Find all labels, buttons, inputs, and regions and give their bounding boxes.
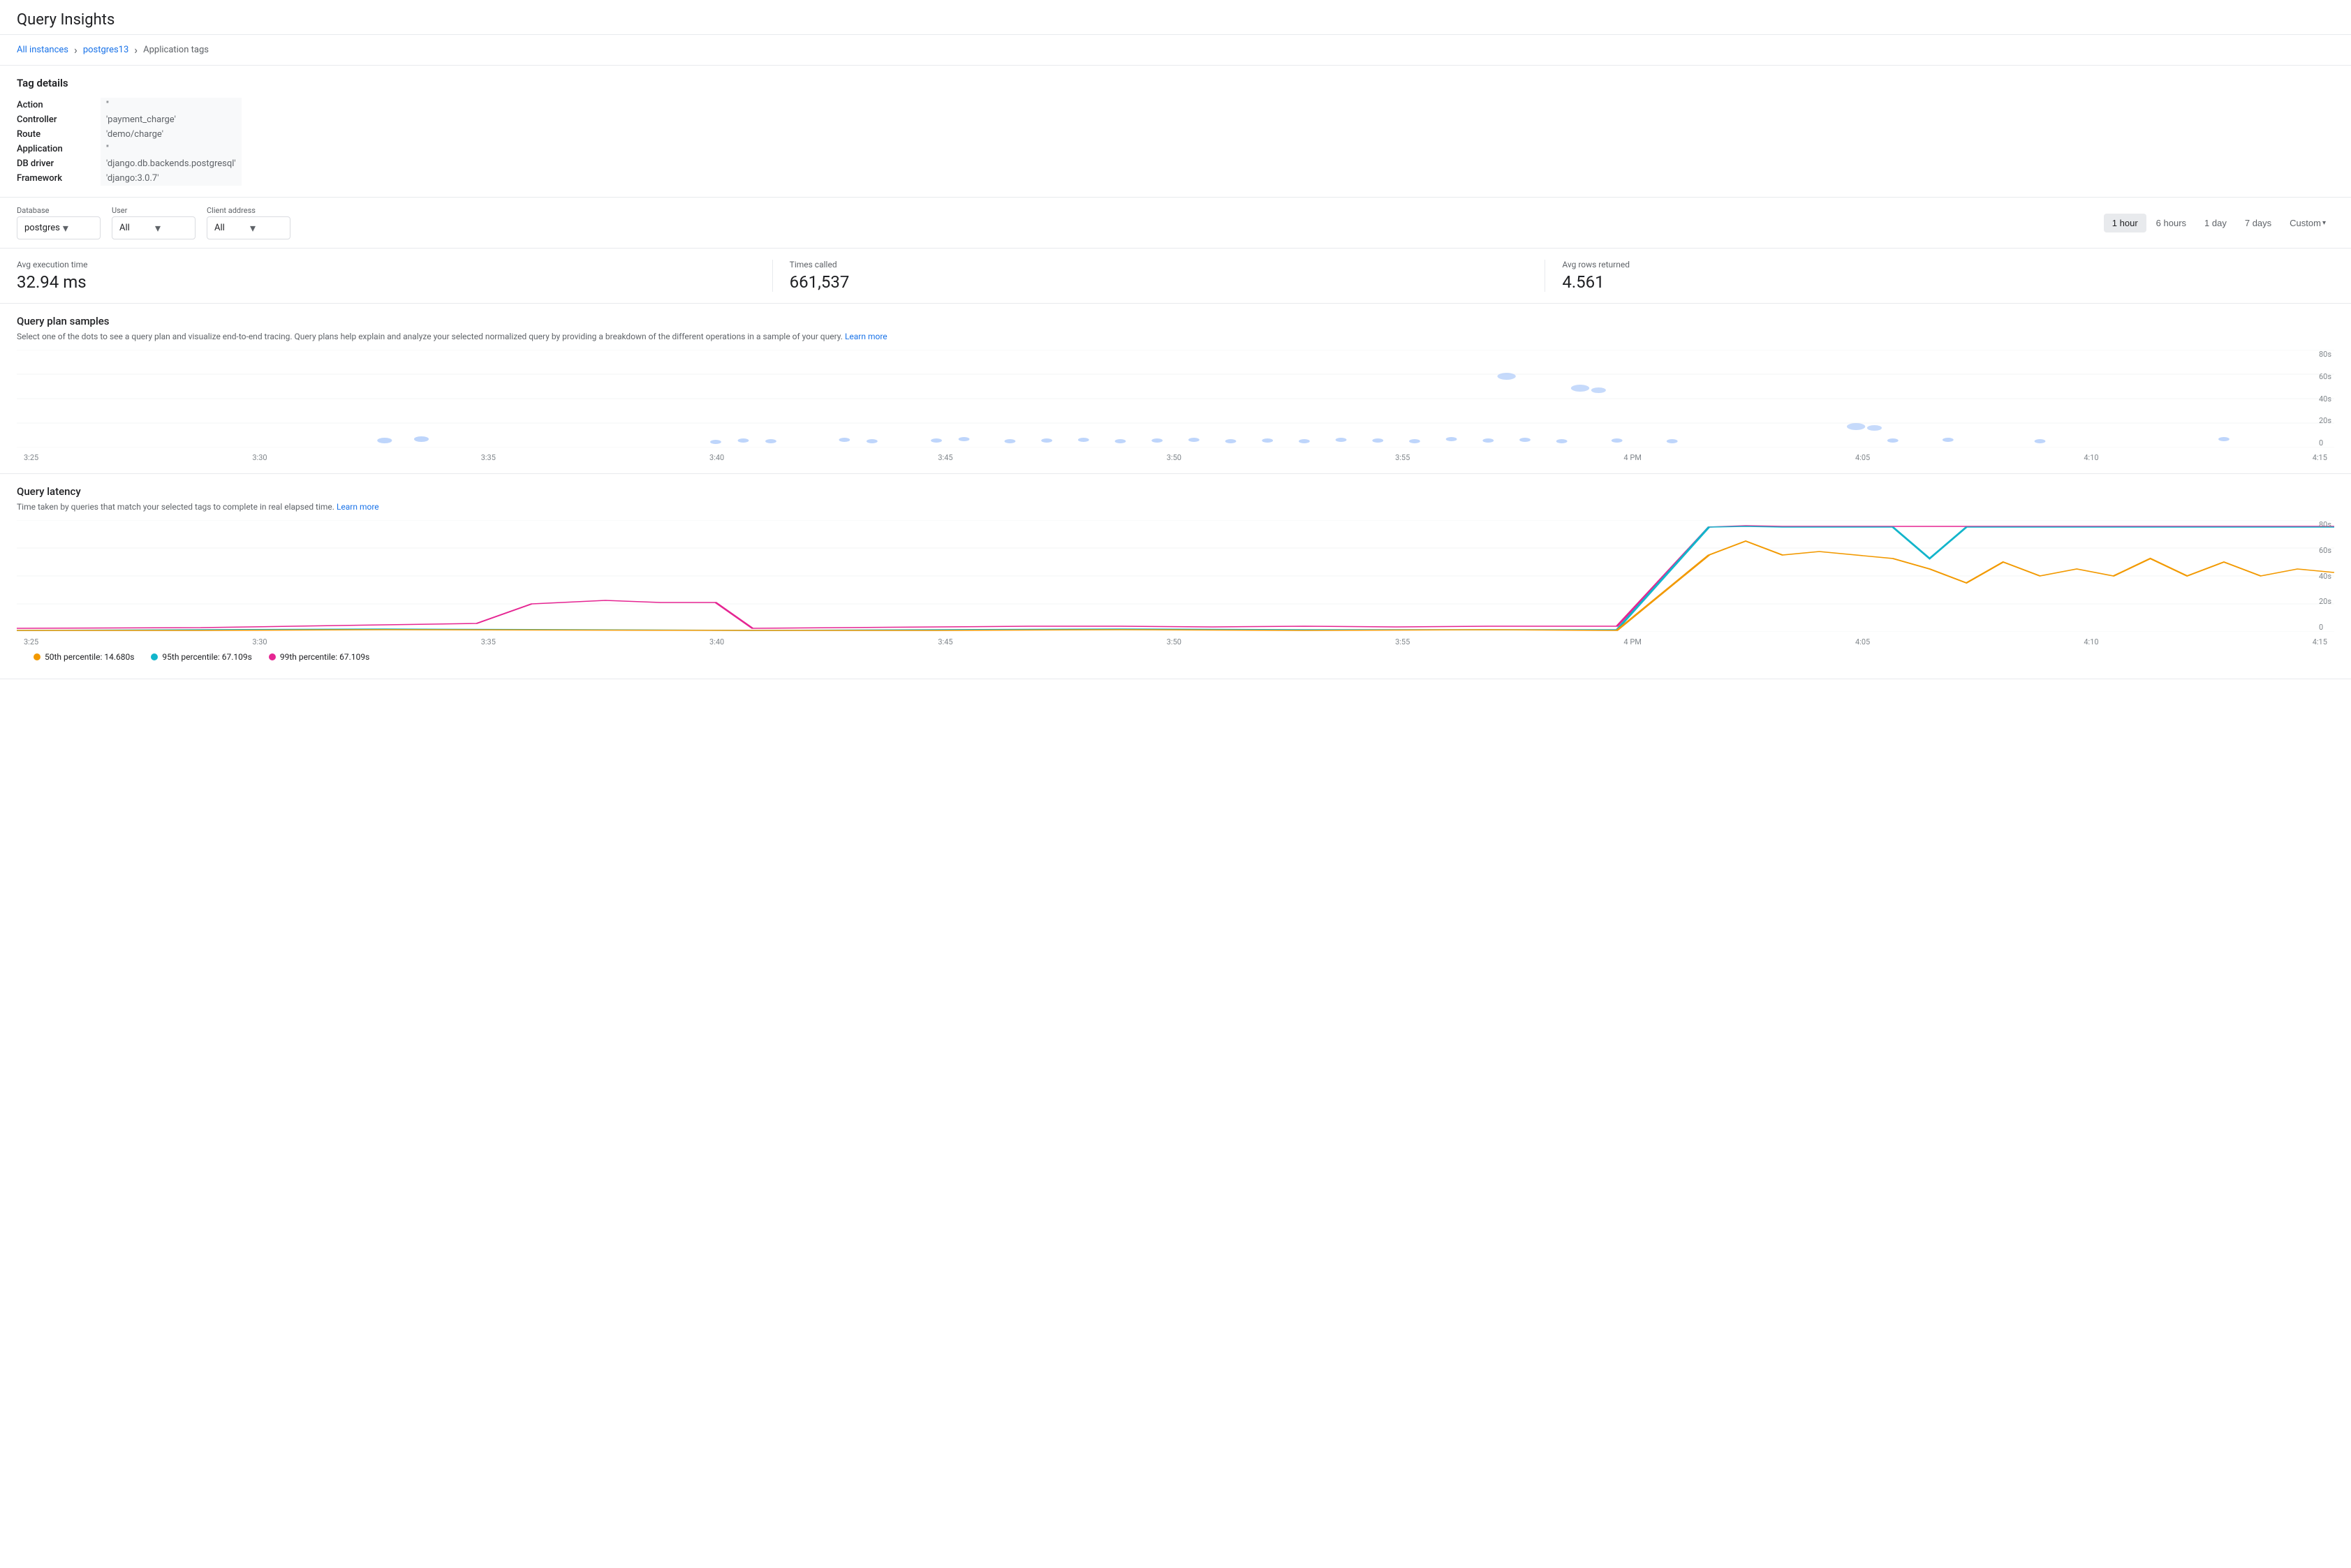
tag-row: Controller 'payment_charge' [17,112,242,127]
database-value: postgres [24,223,60,233]
time-btn-1-day[interactable]: 1 day [2196,214,2235,232]
legend-label: 99th percentile: 67.109s [280,652,369,662]
tag-value: 'payment_charge' [101,112,242,127]
legend-label: 50th percentile: 14.680s [45,652,134,662]
query-plan-heading: Query plan samples [17,315,2334,327]
query-plan-description: Select one of the dots to see a query pl… [17,332,2334,341]
latency-legend: 50th percentile: 14.680s 95th percentile… [17,646,2334,667]
client-address-label: Client address [207,206,290,215]
tag-label: Application [17,142,101,156]
page-title: Query Insights [17,11,2334,29]
tag-row: Framework 'django:3.0.7' [17,171,242,186]
tag-value: 'django:3.0.7' [101,171,242,186]
time-btn-custom[interactable]: Custom ▾ [2281,214,2334,232]
tag-details-table: Action '' Controller 'payment_charge' Ro… [17,98,242,186]
tag-value: '' [101,98,242,112]
user-arrow-icon: ▾ [155,221,188,235]
tag-label: Framework [17,171,101,186]
metrics-bar: Avg execution time 32.94 ms Times called… [0,249,2351,304]
query-latency-learn-more-link[interactable]: Learn more [337,502,379,512]
tag-label: Action [17,98,101,112]
query-latency-heading: Query latency [17,485,2334,498]
legend-dot [151,653,158,660]
metric-0: Avg execution time 32.94 ms [17,260,773,292]
tag-label: DB driver [17,156,101,171]
breadcrumb: All instances › postgres13 › Application… [0,35,2351,66]
metric-value: 4.561 [1562,272,2301,292]
database-select[interactable]: postgres ▾ [17,216,101,239]
tag-label: Controller [17,112,101,127]
tag-row: DB driver 'django.db.backends.postgresql… [17,156,242,171]
metric-2: Avg rows returned 4.561 [1562,260,2317,292]
tag-details-heading: Tag details [17,77,2334,89]
metric-value: 32.94 ms [17,272,756,292]
database-arrow-icon: ▾ [63,221,93,235]
query-plan-learn-more-link[interactable]: Learn more [845,332,887,341]
legend-dot [269,653,276,660]
user-select[interactable]: All ▾ [112,216,196,239]
client-address-filter-group: Client address All ▾ [207,206,290,239]
user-value: All [119,223,152,233]
filters-bar: Database postgres ▾ User All ▾ Client ad… [0,197,2351,249]
breadcrumb-current: Application tags [143,45,209,55]
metric-label: Avg rows returned [1562,260,2301,269]
tag-row: Route 'demo/charge' [17,127,242,142]
query-plan-chart: 80s 60s 40s 20s 0 3:253:303:353:403:453:… [17,350,2334,462]
tag-value: 'django.db.backends.postgresql' [101,156,242,171]
time-range-buttons: 1 hour6 hours1 day7 daysCustom ▾ [2104,214,2334,232]
client-address-value: All [214,223,247,233]
tag-row: Application '' [17,142,242,156]
query-plan-x-labels: 3:253:303:353:403:453:503:554 PM4:054:10… [17,453,2334,462]
client-address-select[interactable]: All ▾ [207,216,290,239]
metric-value: 661,537 [790,272,1528,292]
metric-1: Times called 661,537 [790,260,1546,292]
query-plan-section: Query plan samples Select one of the dot… [0,304,2351,474]
legend-item: 99th percentile: 67.109s [269,652,369,662]
query-latency-svg [17,520,2334,632]
query-latency-section: Query latency Time taken by queries that… [0,474,2351,679]
breadcrumb-sep-1: › [74,43,78,57]
breadcrumb-all-instances[interactable]: All instances [17,45,68,55]
tag-row: Action '' [17,98,242,112]
user-filter-group: User All ▾ [112,206,196,239]
metric-label: Times called [790,260,1528,269]
database-filter-group: Database postgres ▾ [17,206,101,239]
legend-item: 95th percentile: 67.109s [151,652,251,662]
database-label: Database [17,206,101,215]
tag-value: 'demo/charge' [101,127,242,142]
tag-value: '' [101,142,242,156]
tag-details-section: Tag details Action '' Controller 'paymen… [0,66,2351,197]
legend-item: 50th percentile: 14.680s [34,652,134,662]
query-latency-description: Time taken by queries that match your se… [17,502,2334,512]
time-btn-1-hour[interactable]: 1 hour [2104,214,2146,232]
legend-label: 95th percentile: 67.109s [162,652,251,662]
query-latency-x-labels: 3:253:303:353:403:453:503:554 PM4:054:10… [17,637,2334,646]
time-btn-7-days[interactable]: 7 days [2236,214,2280,232]
user-label: User [112,206,196,215]
time-btn-6-hours[interactable]: 6 hours [2148,214,2195,232]
breadcrumb-postgres13[interactable]: postgres13 [83,45,128,55]
query-plan-svg [17,350,2334,448]
metric-label: Avg execution time [17,260,756,269]
client-address-arrow-icon: ▾ [250,221,283,235]
legend-dot [34,653,40,660]
breadcrumb-sep-2: › [134,43,138,57]
tag-label: Route [17,127,101,142]
query-latency-chart: 80s 60s 40s 20s 0 3:253:303:353:403:453:… [17,520,2334,646]
